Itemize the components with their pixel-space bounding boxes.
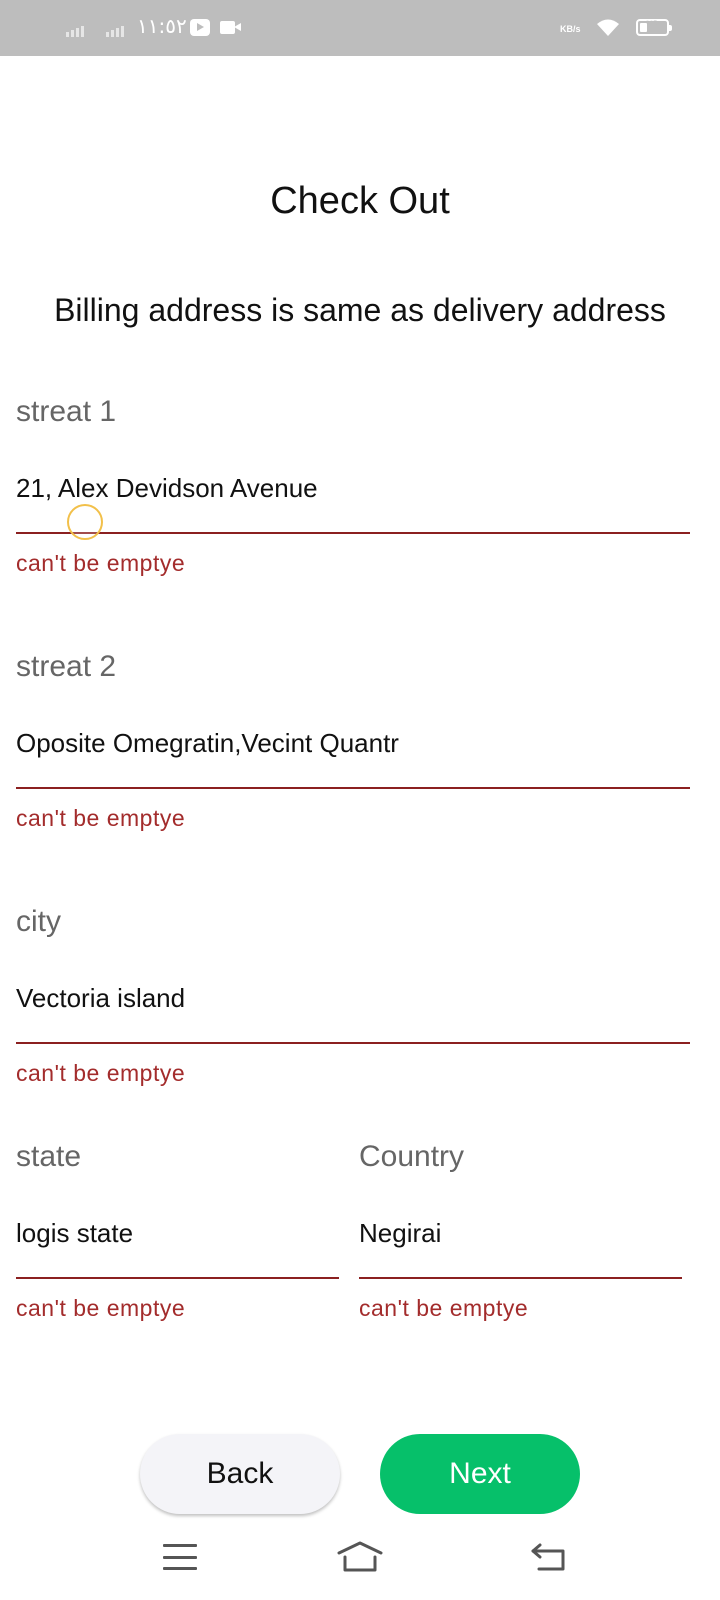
signal-icon bbox=[106, 26, 124, 37]
city-label: city bbox=[16, 905, 61, 938]
video-camera-icon bbox=[220, 21, 241, 34]
street1-error: can't be emptye bbox=[16, 550, 186, 576]
street1-underline bbox=[16, 532, 690, 534]
touch-indicator bbox=[67, 504, 103, 540]
street1-label: streat 1 bbox=[16, 395, 117, 428]
home-icon[interactable] bbox=[336, 1540, 384, 1574]
network-speed: KB/s bbox=[560, 24, 581, 34]
status-time: ١١:٥٢ bbox=[137, 14, 187, 38]
country-label: Country bbox=[359, 1140, 465, 1173]
signal-icon bbox=[66, 26, 84, 37]
battery-icon: ٢٩ bbox=[636, 19, 672, 36]
back-icon[interactable] bbox=[530, 1542, 566, 1572]
city-error: can't be emptye bbox=[16, 1060, 186, 1086]
country-field[interactable]: Country Negirai can't be emptye bbox=[359, 1140, 682, 1330]
street2-input[interactable]: Oposite Omegratin,Vecint Quantr bbox=[16, 728, 399, 759]
street1-field[interactable]: streat 1 21, Alex Devidson Avenue can't … bbox=[16, 395, 690, 585]
system-nav-bar bbox=[0, 1530, 720, 1600]
city-underline bbox=[16, 1042, 690, 1044]
country-underline bbox=[359, 1277, 682, 1279]
state-field[interactable]: state logis state can't be emptye bbox=[16, 1140, 339, 1330]
state-underline bbox=[16, 1277, 339, 1279]
billing-same-as-delivery-text: Billing address is same as delivery addr… bbox=[54, 292, 666, 328]
next-button[interactable]: Next bbox=[380, 1434, 580, 1514]
street2-label: streat 2 bbox=[16, 650, 117, 683]
country-input[interactable]: Negirai bbox=[359, 1218, 441, 1249]
street2-underline bbox=[16, 787, 690, 789]
battery-level: ٢٩ bbox=[646, 19, 659, 30]
street2-field[interactable]: streat 2 Oposite Omegratin,Vecint Quantr… bbox=[16, 650, 690, 840]
page-title: Check Out bbox=[270, 180, 450, 222]
wifi-icon bbox=[597, 19, 619, 36]
state-label: state bbox=[16, 1140, 82, 1173]
city-field[interactable]: city Vectoria island can't be emptye bbox=[16, 905, 690, 1095]
state-input[interactable]: logis state bbox=[16, 1218, 133, 1249]
menu-icon[interactable] bbox=[163, 1544, 197, 1570]
status-bar: ١١:٥٢ KB/s ٢٩ bbox=[0, 0, 720, 56]
youtube-icon bbox=[190, 19, 210, 36]
back-button[interactable]: Back bbox=[140, 1434, 340, 1514]
country-error: can't be emptye bbox=[359, 1295, 529, 1321]
city-input[interactable]: Vectoria island bbox=[16, 983, 185, 1014]
street2-error: can't be emptye bbox=[16, 805, 186, 831]
street1-input[interactable]: 21, Alex Devidson Avenue bbox=[16, 473, 318, 504]
state-error: can't be emptye bbox=[16, 1295, 186, 1321]
